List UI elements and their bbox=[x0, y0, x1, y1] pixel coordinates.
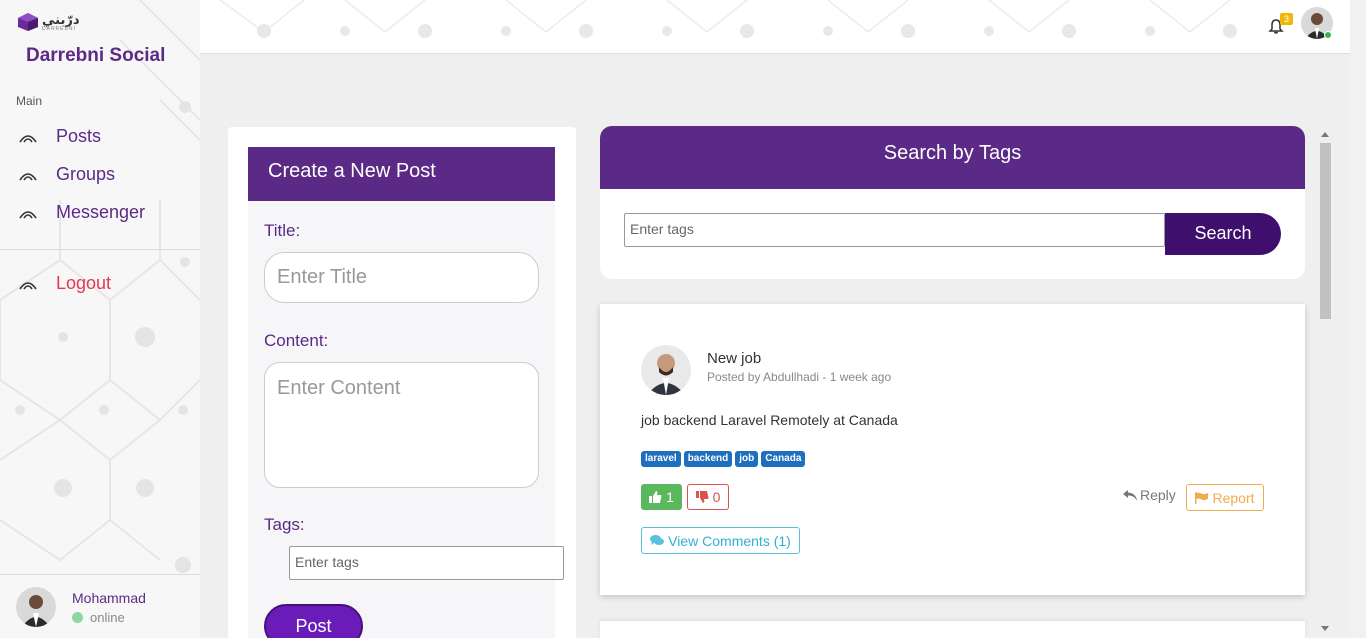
scroll-thumb[interactable] bbox=[1320, 143, 1331, 319]
post-button[interactable]: Post bbox=[264, 604, 363, 638]
report-label: Report bbox=[1212, 489, 1255, 506]
online-dot-icon bbox=[72, 612, 83, 623]
avatar[interactable] bbox=[641, 345, 691, 395]
tag-badge[interactable]: laravel bbox=[641, 451, 681, 467]
reply-arrow-icon bbox=[1123, 489, 1137, 501]
flag-icon bbox=[1195, 491, 1209, 504]
dislike-count: 0 bbox=[712, 489, 721, 505]
report-button[interactable]: Report bbox=[1186, 484, 1264, 511]
create-post-form: Title: Enter Title Content: Enter Conten… bbox=[248, 201, 564, 638]
hexagon-pattern bbox=[219, 0, 1237, 38]
dislike-button[interactable]: 0 bbox=[687, 484, 729, 510]
sidebar-item-label: Posts bbox=[56, 126, 102, 146]
nav-section-label: Main bbox=[16, 94, 43, 108]
search-button[interactable]: Search bbox=[1165, 213, 1281, 255]
post-tags: laravel backend job Canada bbox=[641, 451, 806, 467]
sidebar-item-label: Groups bbox=[56, 164, 116, 184]
reply-label: Reply bbox=[1140, 487, 1176, 503]
logo-cube-icon bbox=[18, 13, 38, 31]
nav-divider bbox=[0, 249, 200, 250]
brand-title[interactable]: Darrebni Social bbox=[26, 45, 165, 67]
wifi-arc-icon bbox=[19, 210, 37, 218]
like-button[interactable]: 1 bbox=[641, 484, 682, 510]
sidebar-user-panel: Mohammad online bbox=[0, 574, 200, 638]
next-post-card bbox=[600, 621, 1305, 638]
search-tags-card: Search by Tags Enter tags Search bbox=[600, 126, 1305, 279]
tag-badge[interactable]: backend bbox=[683, 451, 733, 467]
logo-subtext: DARREBNI bbox=[42, 25, 76, 32]
post-card: New job Posted by Abdullhadi - 1 week ag… bbox=[600, 304, 1305, 595]
title-label: Title: bbox=[264, 221, 301, 240]
sidebar-item-groups[interactable]: Groups bbox=[18, 164, 115, 185]
sidebar-item-logout[interactable]: Logout bbox=[18, 273, 111, 294]
tag-badge[interactable]: Canada bbox=[761, 451, 806, 467]
wifi-arc-icon bbox=[19, 172, 37, 180]
sidebar: درّبني DARREBNI Darrebni Social Main Pos… bbox=[0, 0, 200, 638]
page-scrollbar[interactable] bbox=[1350, 0, 1366, 638]
avatar[interactable] bbox=[16, 587, 56, 627]
reply-button[interactable]: Reply bbox=[1123, 487, 1176, 503]
thumbs-up-icon bbox=[649, 491, 662, 503]
content-scrollbar[interactable] bbox=[1316, 126, 1334, 638]
sidebar-item-label: Messenger bbox=[56, 202, 146, 222]
post-body: job backend Laravel Remotely at Canada bbox=[641, 412, 898, 428]
create-post-heading: Create a New Post bbox=[248, 147, 555, 201]
tags-label: Tags: bbox=[264, 515, 305, 534]
thumbs-down-icon bbox=[695, 491, 709, 503]
search-input[interactable]: Enter tags bbox=[624, 213, 1165, 247]
title-input[interactable]: Enter Title bbox=[264, 252, 539, 303]
view-comments-button[interactable]: View Comments (1) bbox=[641, 527, 800, 554]
comments-label: View Comments (1) bbox=[668, 532, 791, 549]
topbar: 3 bbox=[200, 0, 1350, 54]
logout-label: Logout bbox=[56, 273, 112, 293]
user-status-text: online bbox=[90, 610, 125, 625]
content-textarea[interactable]: Enter Content bbox=[264, 362, 539, 488]
user-name: Mohammad bbox=[72, 590, 146, 606]
content-label: Content: bbox=[264, 331, 329, 350]
brand-logo[interactable]: درّبني DARREBNI bbox=[17, 12, 80, 32]
create-post-card: Create a New Post Title: Enter Title Con… bbox=[228, 127, 576, 638]
post-meta: Posted by Abdullhadi - 1 week ago bbox=[707, 370, 892, 384]
sidebar-item-messenger[interactable]: Messenger bbox=[18, 202, 145, 223]
search-heading: Search by Tags bbox=[600, 126, 1305, 189]
scroll-up-arrow-icon[interactable] bbox=[1321, 132, 1329, 137]
comments-icon bbox=[650, 535, 665, 545]
tags-input[interactable]: Enter tags bbox=[289, 546, 564, 580]
wifi-arc-icon bbox=[19, 281, 37, 289]
post-title[interactable]: New job bbox=[707, 350, 761, 367]
online-status-dot bbox=[1324, 31, 1332, 39]
scroll-down-arrow-icon[interactable] bbox=[1321, 626, 1329, 631]
tag-badge[interactable]: job bbox=[735, 451, 759, 467]
user-status: online bbox=[72, 610, 125, 625]
notification-badge: 3 bbox=[1280, 13, 1293, 25]
logo-text: درّبني bbox=[42, 11, 80, 27]
sidebar-item-posts[interactable]: Posts bbox=[18, 126, 101, 147]
wifi-arc-icon bbox=[19, 134, 37, 142]
like-count: 1 bbox=[666, 489, 674, 505]
